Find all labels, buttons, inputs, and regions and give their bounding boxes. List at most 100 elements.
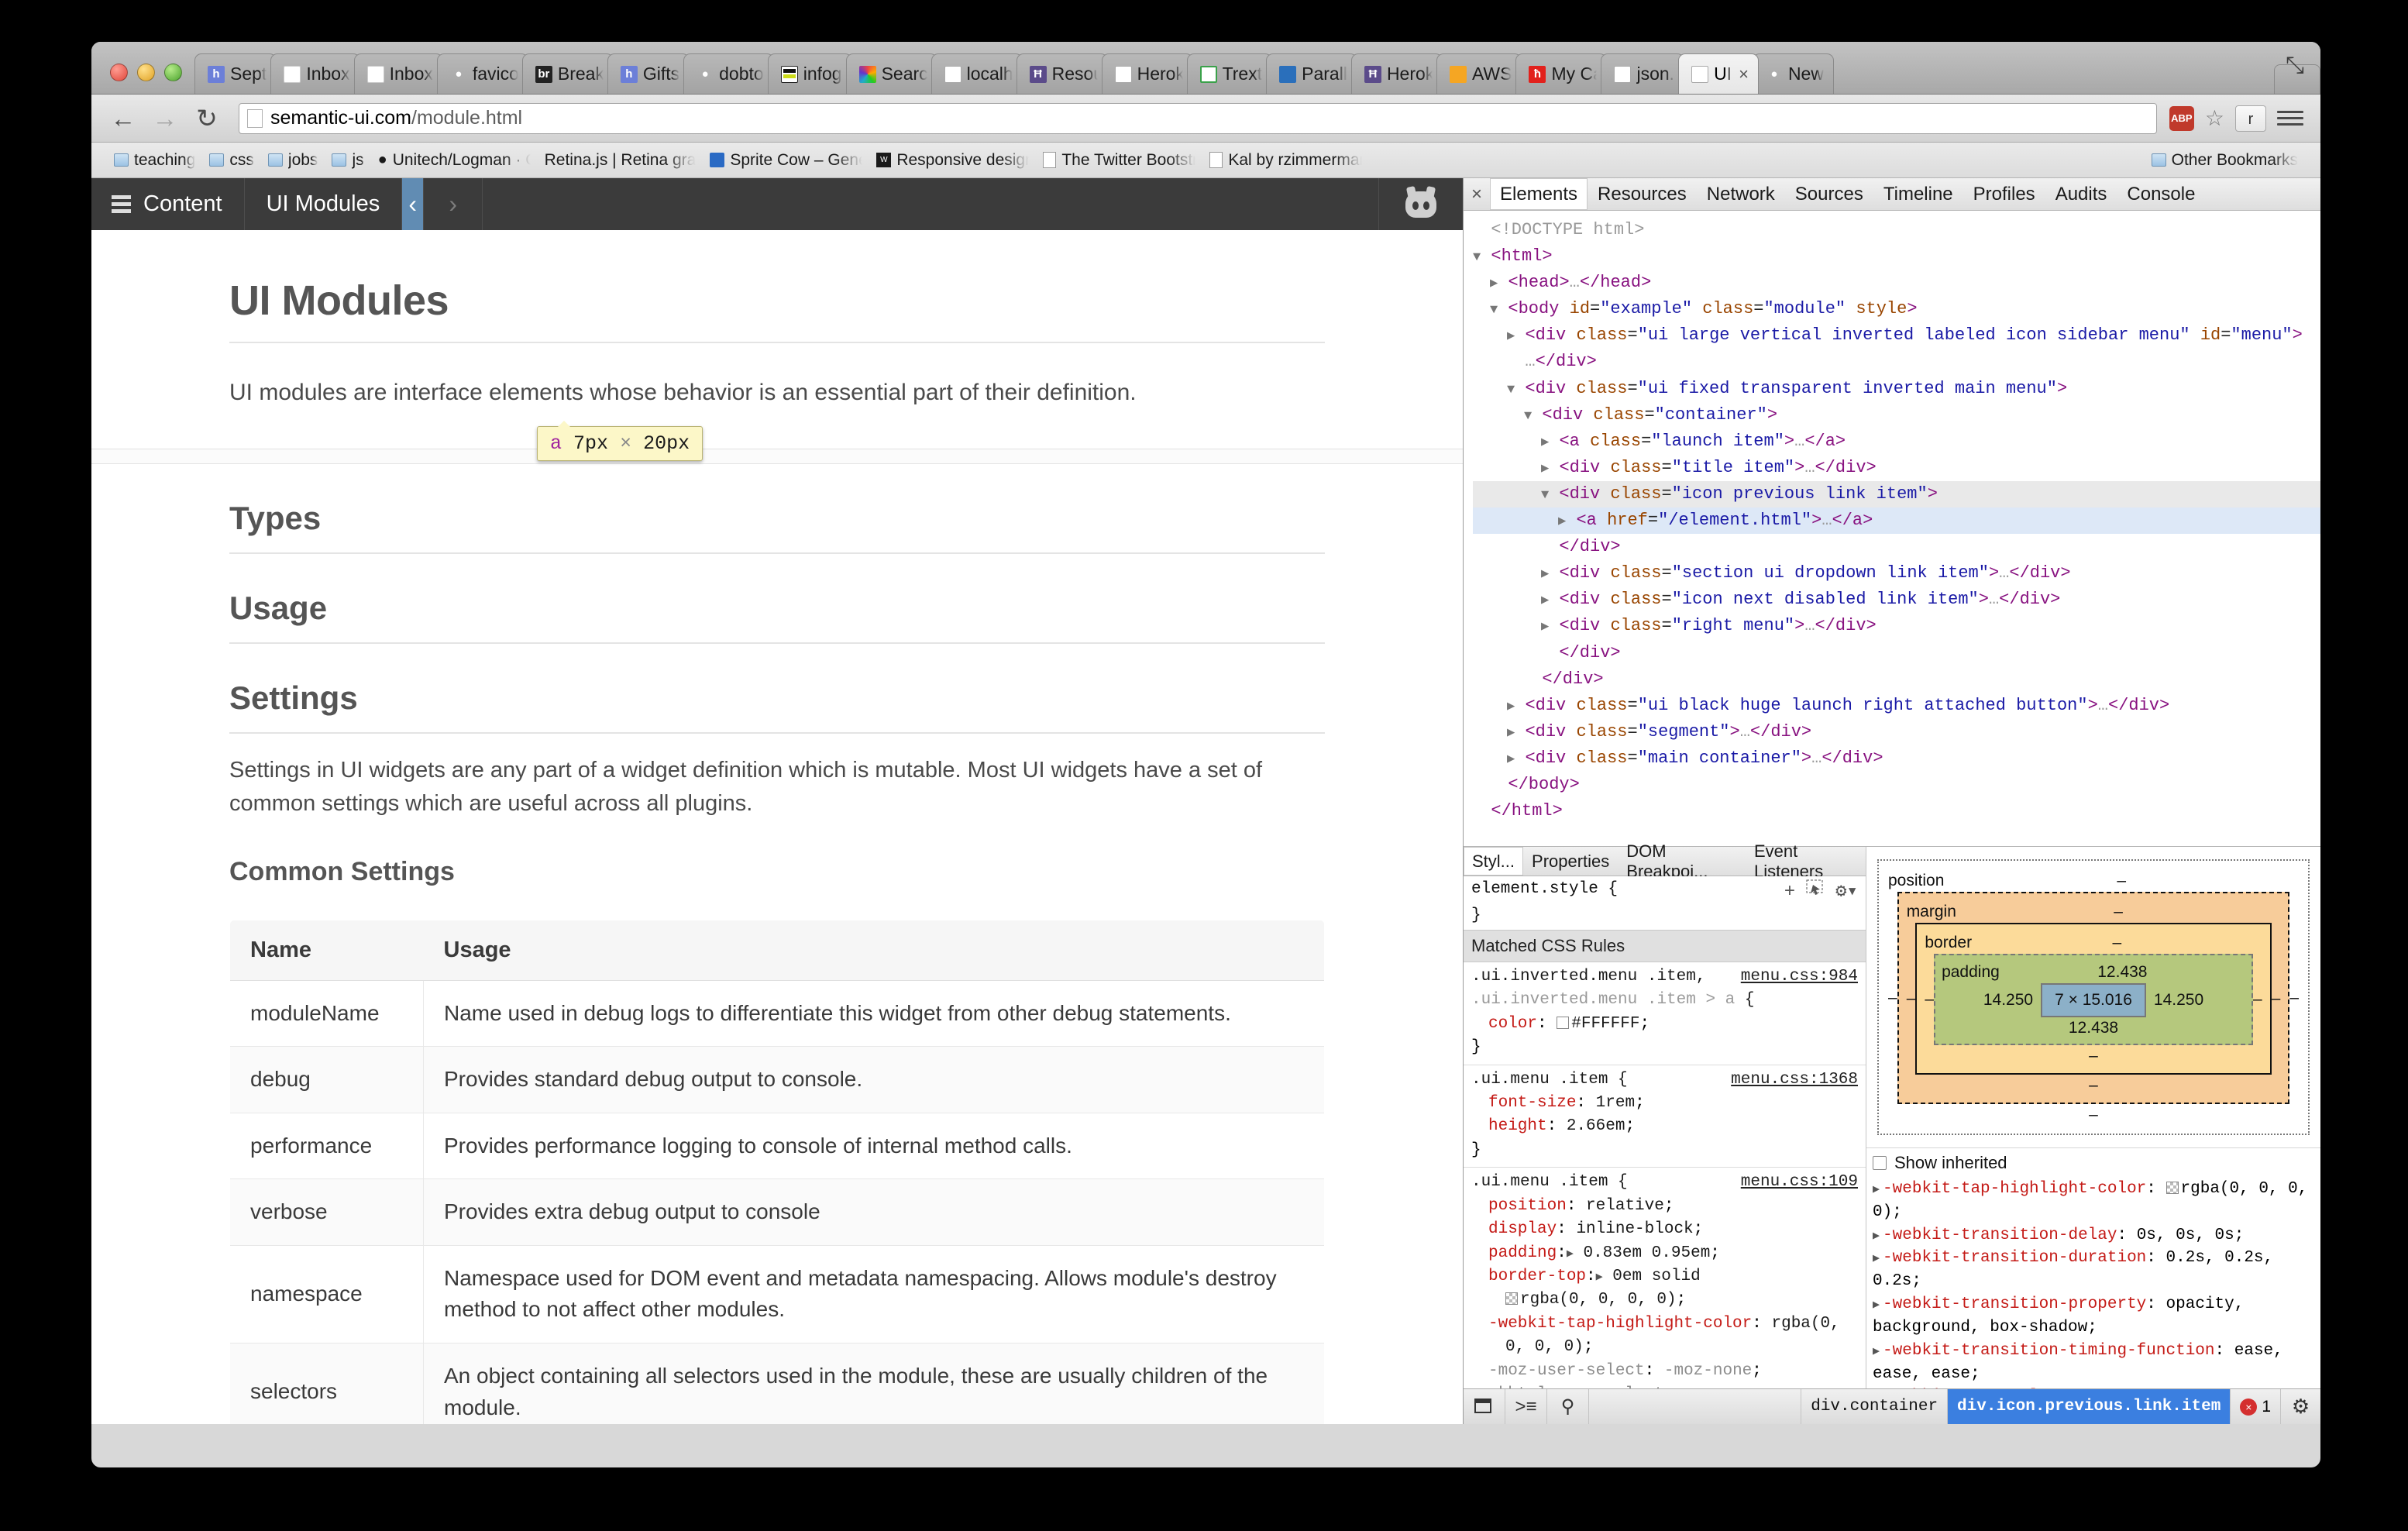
bookmark-item[interactable]: Sprite Cow – Generat: [703, 151, 869, 170]
browser-tab[interactable]: ● favico: [436, 53, 528, 94]
css-rule-block[interactable]: menu.css:984 .ui.inverted.menu .item, .ui.…: [1464, 962, 1866, 1065]
expand-icon[interactable]: ▶: [1873, 1252, 1880, 1265]
browser-tab[interactable]: Herok: [1101, 53, 1193, 94]
styles-sub-tab[interactable]: Event Listeners: [1746, 841, 1866, 881]
dom-tree[interactable]: <!DOCTYPE html> ▼ <html> ▶ <head>…</head> ▼…: [1464, 211, 2320, 846]
breadcrumb-selected-node[interactable]: div.icon.previous.link.item: [1947, 1389, 2231, 1424]
dom-node-line[interactable]: </div>: [1473, 534, 2320, 560]
fullscreen-icon[interactable]: ⤡: [2282, 53, 2308, 79]
expand-icon[interactable]: ▶: [1873, 1230, 1880, 1243]
bookmark-item[interactable]: css: [202, 151, 261, 170]
disclosure-triangle-icon[interactable]: ▶: [1541, 462, 1549, 477]
dom-node-line[interactable]: ▶ <div class="segment">…</div>: [1473, 719, 2320, 745]
dom-node-line[interactable]: ▶ <a class="launch item">…</a>: [1473, 428, 2320, 455]
browser-tab[interactable]: UI ×: [1678, 53, 1759, 94]
dom-node-line[interactable]: </div>: [1473, 640, 2320, 666]
bookmark-star-icon[interactable]: ☆: [2205, 105, 2224, 131]
expand-icon[interactable]: ▶: [1873, 1183, 1880, 1196]
menu-item-content[interactable]: Content: [91, 178, 245, 230]
browser-tab[interactable]: M Inbox: [270, 53, 360, 94]
add-rule-icon[interactable]: +: [1784, 879, 1795, 907]
css-source-link[interactable]: menu.css:1368: [1731, 1068, 1858, 1092]
show-inherited-toggle[interactable]: Show inherited: [1866, 1147, 2320, 1178]
bookmark-item[interactable]: Kal by rzimmerman: [1202, 151, 1369, 170]
disclosure-triangle-icon[interactable]: [1507, 356, 1515, 370]
css-rule-block[interactable]: menu.css:109 .ui.menu .item {position: re…: [1464, 1168, 1866, 1388]
devtools-settings-gear-icon[interactable]: ⚙: [2280, 1389, 2320, 1424]
browser-tab[interactable]: Searc: [845, 53, 937, 94]
disclosure-triangle-icon[interactable]: ▶: [1541, 620, 1549, 635]
menu-previous-link[interactable]: ‹: [402, 178, 425, 230]
devtools-tab-resources[interactable]: Resources: [1588, 178, 1697, 210]
menu-icon[interactable]: [2277, 111, 2303, 126]
expand-icon[interactable]: ▶: [1873, 1299, 1880, 1312]
select-element-icon[interactable]: [1806, 879, 1825, 907]
dom-node-line[interactable]: ▼ <html>: [1473, 243, 2320, 270]
dom-node-line[interactable]: </body>: [1473, 772, 2320, 798]
devtools-tab-profiles[interactable]: Profiles: [1963, 178, 2045, 210]
css-source-link[interactable]: menu.css:109: [1741, 1171, 1858, 1194]
disclosure-triangle-icon[interactable]: ▼: [1507, 383, 1515, 397]
devtools-tab-sources[interactable]: Sources: [1785, 178, 1873, 210]
disclosure-triangle-icon[interactable]: [1490, 779, 1498, 793]
close-window-button[interactable]: [110, 64, 128, 81]
browser-tab[interactable]: ĦResou: [1016, 53, 1108, 94]
dom-node-line[interactable]: ▶ <head>…</head>: [1473, 270, 2320, 296]
console-drawer-icon[interactable]: >≡: [1505, 1389, 1547, 1424]
dom-node-line[interactable]: </div>: [1473, 666, 2320, 693]
disclosure-triangle-icon[interactable]: ▼: [1524, 409, 1532, 424]
browser-tab[interactable]: h Sept: [194, 53, 277, 94]
dom-node-line[interactable]: ▼ <div class="ui fixed transparent inver…: [1473, 376, 2320, 402]
close-tab-icon[interactable]: ×: [1739, 64, 1749, 84]
computed-property[interactable]: ▶ -webkit-transition-delay: 0s, 0s, 0s;: [1873, 1224, 2314, 1247]
bookmark-item[interactable]: W Responsive design te: [869, 151, 1036, 170]
disclosure-triangle-icon[interactable]: [1473, 805, 1481, 820]
disclosure-triangle-icon[interactable]: ▼: [1541, 488, 1549, 503]
dom-node-line[interactable]: ▶ <div class="right menu">…</div>: [1473, 613, 2320, 639]
css-declarations[interactable]: position: relative; display: inline-block…: [1471, 1195, 1858, 1388]
disclosure-triangle-icon[interactable]: ▼: [1490, 303, 1498, 318]
disclosure-triangle-icon[interactable]: ▼: [1473, 250, 1481, 265]
bookmark-item[interactable]: teaching: [107, 151, 202, 170]
disclosure-triangle-icon[interactable]: ▶: [1541, 593, 1549, 608]
breadcrumb-div-container[interactable]: div.container: [1801, 1389, 1947, 1424]
address-bar[interactable]: semantic-ui.com/module.html: [239, 102, 2157, 134]
dom-node-line[interactable]: ▶ <div class="ui large vertical inverted…: [1473, 322, 2320, 349]
dom-node-line[interactable]: ▼ <div class="container">: [1473, 402, 2320, 428]
css-rule-block[interactable]: menu.css:1368 .ui.menu .item {font-size: …: [1464, 1065, 1866, 1168]
styles-sub-tab[interactable]: Styl...: [1464, 847, 1524, 876]
dom-node-line[interactable]: ▶ <div class="icon next disabled link it…: [1473, 587, 2320, 613]
devtools-tab-network[interactable]: Network: [1697, 178, 1785, 210]
browser-tab[interactable]: AWS: [1436, 53, 1522, 94]
disclosure-triangle-icon[interactable]: ▶: [1507, 700, 1515, 714]
disclosure-triangle-icon[interactable]: ▶: [1507, 726, 1515, 741]
browser-tab[interactable]: ● dobto: [683, 53, 774, 94]
browser-tab[interactable]: M Inbox: [353, 53, 443, 94]
computed-property[interactable]: ▶ -webkit-tap-highlight-color: rgba(0, 0,…: [1873, 1178, 2314, 1224]
bookmark-item[interactable]: The Twitter Bootstra: [1036, 151, 1202, 170]
back-button[interactable]: ←: [108, 104, 138, 133]
dom-node-line[interactable]: <!DOCTYPE html>: [1473, 217, 2320, 243]
computed-properties-list[interactable]: ▶ -webkit-tap-highlight-color: rgba(0, 0,…: [1866, 1178, 2320, 1388]
dom-node-line[interactable]: </html>: [1473, 798, 2320, 824]
devtools-tab-timeline[interactable]: Timeline: [1873, 178, 1963, 210]
minimize-window-button[interactable]: [137, 64, 155, 81]
devtools-tab-elements[interactable]: Elements: [1490, 178, 1588, 210]
disclosure-triangle-icon[interactable]: ▶: [1507, 329, 1515, 344]
show-inherited-checkbox[interactable]: [1873, 1156, 1887, 1170]
disclosure-triangle-icon[interactable]: [1541, 541, 1549, 556]
computed-property[interactable]: ▶ -webkit-transition-property: opacity, b…: [1873, 1293, 2314, 1340]
bookmark-item[interactable]: jobs: [261, 151, 325, 170]
forward-button[interactable]: →: [150, 104, 180, 133]
bookmark-item[interactable]: Retina.js | Retina gra: [538, 151, 703, 170]
styles-pane[interactable]: + ⚙▾ element.style { } Matched CSS Rules…: [1464, 876, 1866, 1388]
css-declarations[interactable]: color: #FFFFFF;: [1471, 1013, 1858, 1036]
dom-node-line[interactable]: ▼ <div class="icon previous link item">: [1473, 480, 2320, 508]
css-source-link[interactable]: menu.css:984: [1741, 965, 1858, 989]
disclosure-triangle-icon[interactable]: ▶: [1541, 567, 1549, 582]
browser-tab[interactable]: json.: [1601, 53, 1685, 94]
gear-icon[interactable]: ⚙▾: [1835, 879, 1858, 907]
devtools-tab-audits[interactable]: Audits: [2045, 178, 2117, 210]
dom-node-line[interactable]: …</div>: [1473, 349, 2320, 375]
computed-property[interactable]: ▶ -webkit-transition-timing-function: eas…: [1873, 1340, 2314, 1386]
